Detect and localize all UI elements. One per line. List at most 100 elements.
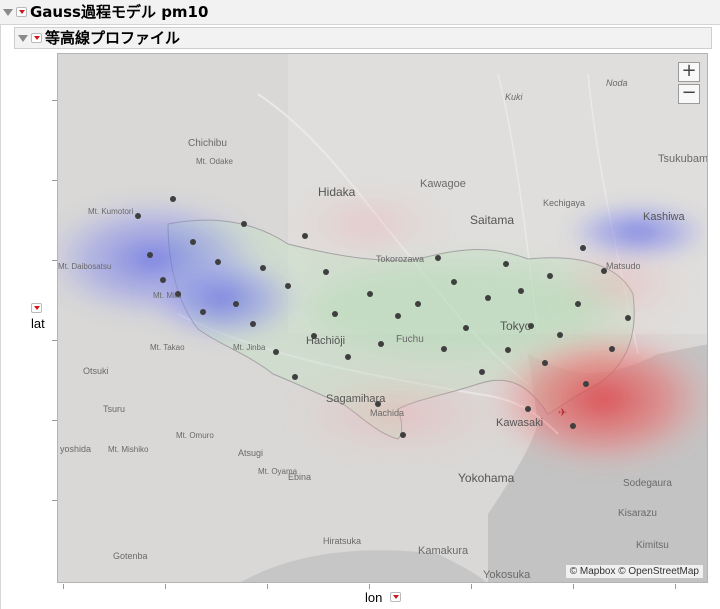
mid-value-zone-north — [293, 196, 443, 252]
map-label: Chichibu — [188, 138, 227, 149]
map-label: Mt. Kumotori — [88, 207, 134, 216]
station-point[interactable] — [570, 423, 576, 429]
map-label: Matsudo — [606, 261, 641, 271]
station-point[interactable] — [292, 374, 298, 380]
x-axis-tick — [267, 584, 268, 589]
map-label: Mt. Mishiko — [108, 445, 149, 454]
x-axis-tick — [63, 584, 64, 589]
map-label: Kashiwa — [643, 211, 685, 223]
map-label: Gotenba — [113, 551, 148, 561]
station-point[interactable] — [215, 259, 221, 265]
map-label: Kimitsu — [636, 540, 669, 551]
map-label: Noda — [606, 78, 628, 88]
map-label: Tokyo — [500, 319, 532, 333]
y-axis-label: lat — [31, 316, 45, 331]
station-point[interactable] — [260, 265, 266, 271]
station-point[interactable] — [200, 309, 206, 315]
station-point[interactable] — [400, 432, 406, 438]
contour-map[interactable]: Kuki Noda Tsukubam Chichibu Hidaka Kawag… — [57, 53, 708, 583]
station-point[interactable] — [451, 279, 457, 285]
section-title: 等高線プロファイル — [45, 29, 181, 47]
station-point[interactable] — [518, 288, 524, 294]
map-label: Fuchu — [396, 334, 424, 345]
map-label: Otsuki — [83, 366, 109, 376]
station-point[interactable] — [601, 268, 607, 274]
map-label: Tokorozawa — [376, 254, 424, 264]
station-point[interactable] — [375, 401, 381, 407]
station-point[interactable] — [485, 295, 491, 301]
station-point[interactable] — [479, 369, 485, 375]
section-header: 等高線プロファイル — [14, 27, 712, 49]
station-point[interactable] — [557, 332, 563, 338]
map-label: Kuki — [505, 92, 524, 102]
station-point[interactable] — [190, 239, 196, 245]
station-point[interactable] — [170, 196, 176, 202]
station-point[interactable] — [332, 311, 338, 317]
station-point[interactable] — [505, 347, 511, 353]
red-triangle-menu-icon[interactable] — [31, 33, 42, 43]
station-point[interactable] — [528, 323, 534, 329]
station-point[interactable] — [241, 221, 247, 227]
station-point[interactable] — [625, 315, 631, 321]
station-point[interactable] — [175, 291, 181, 297]
map-label: Saitama — [470, 213, 514, 227]
station-point[interactable] — [441, 346, 447, 352]
x-axis-tick — [573, 584, 574, 589]
zoom-in-button[interactable]: + — [678, 62, 700, 82]
station-point[interactable] — [378, 341, 384, 347]
station-point[interactable] — [285, 283, 291, 289]
map-label: Yokosuka — [483, 569, 531, 581]
station-point[interactable] — [302, 233, 308, 239]
red-triangle-menu-icon[interactable] — [16, 7, 27, 17]
map-label: Atsugi — [238, 448, 263, 458]
station-point[interactable] — [395, 313, 401, 319]
green-value-zone — [308, 264, 608, 354]
zoom-out-button[interactable]: − — [678, 84, 700, 104]
station-point[interactable] — [160, 277, 166, 283]
station-point[interactable] — [367, 291, 373, 297]
map-label: Mt. Oyama — [258, 467, 298, 476]
station-point[interactable] — [311, 333, 317, 339]
airport-icon: ✈ — [558, 406, 567, 419]
station-point[interactable] — [463, 325, 469, 331]
map-label: Tsukubam — [658, 153, 708, 165]
station-point[interactable] — [415, 301, 421, 307]
disclosure-triangle-icon[interactable] — [3, 8, 13, 16]
station-point[interactable] — [323, 269, 329, 275]
map-canvas[interactable]: Kuki Noda Tsukubam Chichibu Hidaka Kawag… — [58, 54, 708, 583]
disclosure-triangle-icon[interactable] — [18, 34, 28, 42]
station-point[interactable] — [542, 360, 548, 366]
map-label: yoshida — [60, 444, 91, 454]
station-point[interactable] — [547, 273, 553, 279]
station-point[interactable] — [135, 213, 141, 219]
map-label: Yokohama — [458, 471, 515, 485]
map-label: Tsuru — [103, 404, 125, 414]
station-point[interactable] — [435, 255, 441, 261]
map-attribution[interactable]: © Mapbox © OpenStreetMap — [565, 565, 703, 578]
map-label: Kisarazu — [618, 508, 657, 519]
station-point[interactable] — [273, 349, 279, 355]
station-point[interactable] — [250, 321, 256, 327]
station-point[interactable] — [345, 354, 351, 360]
station-point[interactable] — [233, 301, 239, 307]
map-label: Kawasaki — [496, 417, 543, 429]
map-label: Hidaka — [318, 185, 356, 199]
map-label: Hiratsuka — [323, 536, 361, 546]
y-axis-menu-icon[interactable] — [31, 303, 42, 313]
station-point[interactable] — [609, 346, 615, 352]
station-point[interactable] — [147, 252, 153, 258]
map-label: Mt. Jinba — [233, 343, 266, 352]
map-label: Mt. Odake — [196, 157, 233, 166]
map-label: Machida — [370, 408, 404, 418]
station-point[interactable] — [580, 245, 586, 251]
x-axis-menu-icon[interactable] — [390, 592, 401, 602]
station-point[interactable] — [583, 381, 589, 387]
station-point[interactable] — [525, 406, 531, 412]
x-axis-tick — [675, 584, 676, 589]
x-axis-label: lon — [365, 590, 383, 605]
station-point[interactable] — [503, 261, 509, 267]
outline-guide-line — [0, 25, 1, 609]
x-axis-tick — [165, 584, 166, 589]
station-point[interactable] — [575, 301, 581, 307]
report-title: Gauss過程モデル pm10 — [30, 3, 209, 21]
